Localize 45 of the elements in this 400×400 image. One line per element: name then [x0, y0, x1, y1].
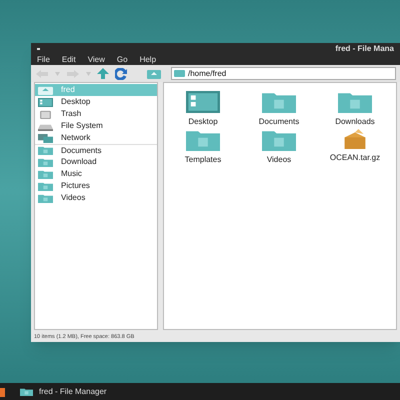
folder-icon — [262, 129, 296, 151]
desktop-icon — [38, 98, 53, 106]
menu-item[interactable]: Help — [140, 54, 156, 66]
location-field[interactable]: /home/fred — [171, 67, 396, 80]
trash-icon — [38, 110, 53, 118]
menu-item[interactable]: Go — [116, 54, 128, 66]
up-arrow-icon[interactable] — [97, 68, 109, 79]
folder-icon — [38, 182, 53, 190]
sidebar-item[interactable]: Pictures — [35, 180, 157, 192]
folder-icon — [20, 388, 33, 396]
taskbar-button[interactable]: fred - File Manager — [20, 386, 107, 398]
app-menu-icon[interactable] — [0, 386, 5, 396]
sidebar-item[interactable]: File System — [35, 120, 157, 132]
sidebar-item[interactable]: Network — [35, 132, 157, 144]
home-folder-icon — [38, 86, 53, 94]
sidebar-item[interactable]: Trash — [35, 108, 157, 120]
icon-view-entry[interactable]: OCEAN.tar.gz — [317, 129, 393, 167]
folder-icon — [338, 91, 372, 113]
sidebar-item[interactable]: Documents — [35, 144, 157, 156]
folder-icon — [38, 194, 53, 202]
home-folder-icon[interactable] — [147, 68, 161, 78]
folder-icon — [186, 129, 220, 151]
desktop-icon — [186, 91, 220, 113]
icon-view-entry[interactable]: Desktop — [165, 91, 241, 129]
icon-view-entry[interactable]: Videos — [241, 129, 317, 167]
sidebar-item[interactable]: Desktop — [35, 96, 157, 108]
folder-icon — [262, 91, 296, 113]
sidebar-item[interactable]: Videos — [35, 192, 157, 204]
sidebar-item[interactable]: Download — [35, 156, 157, 168]
folder-icon — [38, 146, 53, 155]
icon-view-entry[interactable]: Documents — [241, 91, 317, 129]
icon-view-entry[interactable]: Downloads — [317, 91, 393, 129]
menu-item[interactable]: File — [37, 54, 50, 66]
reload-icon[interactable] — [115, 68, 127, 80]
menu-item[interactable]: Edit — [62, 54, 76, 66]
network-icon — [38, 134, 53, 142]
folder-icon — [174, 70, 185, 77]
menu-item[interactable]: View — [88, 54, 105, 66]
folder-icon — [38, 170, 53, 178]
icon-view-entry[interactable]: Templates — [165, 129, 241, 167]
package-icon — [343, 129, 367, 149]
drive-icon — [38, 122, 53, 130]
window-title: fred - File Mana — [335, 42, 394, 54]
sidebar-item[interactable]: Music — [35, 168, 157, 180]
folder-icon — [38, 158, 53, 166]
